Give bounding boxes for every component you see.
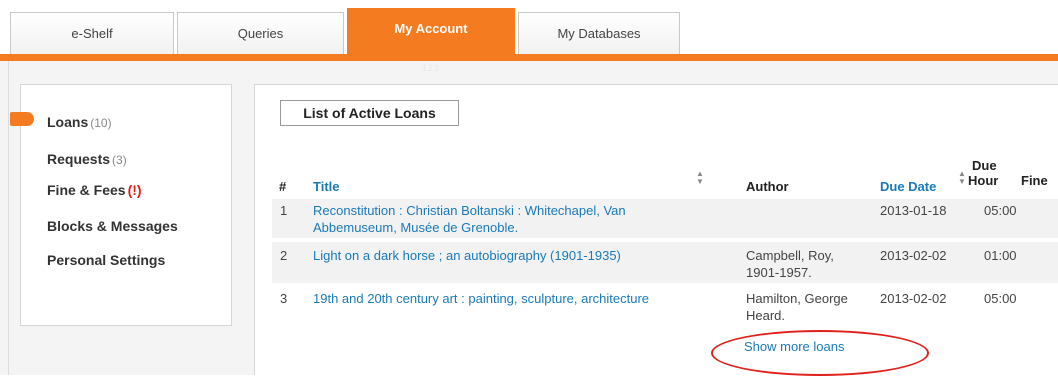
annotation-circle (711, 330, 929, 376)
left-divider (8, 61, 9, 375)
due-hour: 05:00 (984, 203, 1017, 218)
row-number: 1 (280, 203, 288, 218)
column-header-fine: Fine (1021, 173, 1048, 188)
sidebar-item-fines[interactable]: Fine & Fees (!) (47, 182, 142, 198)
sidebar-item-loans[interactable]: Loans (10) (47, 114, 112, 130)
requests-count: (3) (112, 153, 127, 167)
due-date: 2013-02-02 (880, 291, 947, 306)
sidebar-item-requests[interactable]: Requests (3) (47, 151, 127, 167)
author-line: 1901-1957. (746, 265, 812, 280)
sort-icon[interactable]: ▲ ▼ (696, 170, 704, 186)
selected-arrow-icon (10, 112, 34, 126)
title-line: Reconstitution : Christian Boltanski : W… (313, 203, 626, 218)
loan-title-link[interactable]: 19th and 20th century art : painting, sc… (313, 290, 649, 307)
column-header-title[interactable]: Title (313, 179, 340, 194)
tab-my-databases[interactable]: My Databases (518, 12, 680, 54)
tab-my-account[interactable]: My Account (347, 8, 515, 56)
column-header-due-hour-line1: Due (972, 158, 997, 173)
row-number: 3 (280, 291, 288, 306)
title-line: Abbemuseum, Musée de Grenoble. (313, 220, 519, 235)
tab-queries[interactable]: Queries (177, 12, 344, 54)
column-header-due-hour-line2: Hour (968, 173, 999, 188)
sidebar-item-label: Fine & Fees (47, 182, 126, 198)
column-header-number: # (279, 179, 287, 194)
list-title: List of Active Loans (280, 100, 459, 126)
loan-title-link[interactable]: Reconstitution : Christian Boltanski : W… (313, 202, 626, 236)
sidebar-item-personal-settings[interactable]: Personal Settings (47, 252, 165, 268)
sidebar-item-label: Requests (47, 151, 111, 167)
due-date: 2013-01-18 (880, 203, 947, 218)
loan-title-link[interactable]: Light on a dark horse ; an autobiography… (313, 247, 621, 264)
fines-alert-badge: (!) (127, 182, 142, 198)
author-line: Campbell, Roy, (746, 248, 834, 263)
author: Campbell, Roy, 1901-1957. (746, 247, 834, 281)
author-line: Heard. (746, 308, 786, 323)
loans-count: (10) (90, 116, 112, 130)
tab-underline (0, 54, 1058, 61)
row-number: 2 (280, 248, 288, 263)
author-line: Hamilton, George (746, 291, 848, 306)
due-hour: 05:00 (984, 291, 1017, 306)
tab-e-shelf[interactable]: e-Shelf (10, 12, 174, 54)
sidebar-item-label: Loans (47, 114, 89, 130)
due-hour: 01:00 (984, 248, 1017, 263)
sort-icon[interactable]: ▲ ▼ (958, 170, 966, 186)
due-date: 2013-02-02 (880, 248, 947, 263)
sidebar-item-blocks-messages[interactable]: Blocks & Messages (47, 218, 178, 234)
tab-sub-label: 123 (421, 63, 441, 73)
column-header-due-date[interactable]: Due Date (880, 179, 936, 194)
author: Hamilton, George Heard. (746, 290, 848, 324)
column-header-author: Author (746, 179, 789, 194)
